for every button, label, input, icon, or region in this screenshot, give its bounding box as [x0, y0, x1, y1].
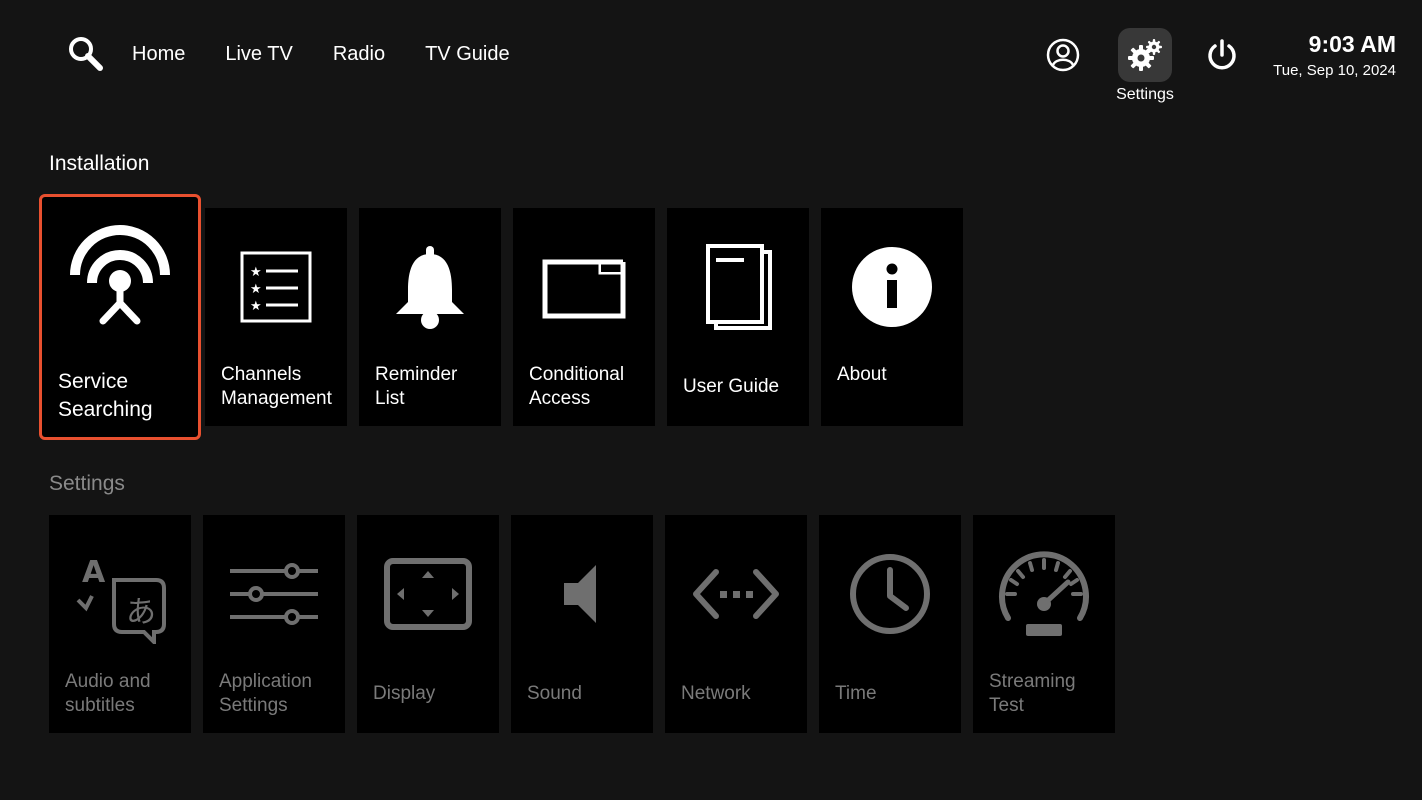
svg-text:★: ★	[250, 282, 262, 297]
tile-label: Network	[681, 683, 751, 704]
tile-label: Channels Management	[221, 364, 332, 409]
nav-tv-guide[interactable]: TV Guide	[425, 40, 509, 68]
antenna-icon	[42, 223, 198, 333]
tile-user-guide[interactable]: User Guide	[667, 208, 809, 426]
tile-streaming-test[interactable]: Streaming Test	[973, 515, 1115, 733]
speedometer-icon	[973, 539, 1115, 649]
tile-application-settings[interactable]: Application Settings	[203, 515, 345, 733]
profile-button[interactable]	[1036, 28, 1090, 82]
tile-label: Audio and subtitles	[65, 671, 151, 716]
tile-label: Application Settings	[219, 671, 312, 716]
tile-about[interactable]: About	[821, 208, 963, 426]
tile-network[interactable]: Network	[665, 515, 807, 733]
tile-label: Service Searching	[58, 370, 153, 421]
settings-row: A あ Audio and subtitles Application Sett…	[49, 515, 1115, 733]
tile-label: Reminder List	[375, 364, 458, 409]
power-icon	[1208, 39, 1236, 70]
speaker-icon	[511, 539, 653, 649]
settings-screen: Home Live TV Radio TV Guide Settings 9:0…	[0, 0, 1422, 800]
settings-button[interactable]	[1118, 28, 1172, 82]
tile-sound[interactable]: Sound	[511, 515, 653, 733]
clock-icon	[819, 539, 961, 649]
power-button[interactable]	[1195, 28, 1249, 82]
tile-display[interactable]: Display	[357, 515, 499, 733]
profile-icon	[1046, 38, 1080, 72]
ci-card-icon	[513, 232, 655, 342]
settings-caption: Settings	[1116, 86, 1174, 103]
search-icon[interactable]	[66, 34, 106, 74]
nav-radio[interactable]: Radio	[333, 40, 385, 68]
nav-home[interactable]: Home	[132, 40, 185, 68]
tile-label: User Guide	[683, 376, 780, 397]
tile-label: Conditional Access	[529, 364, 625, 409]
info-icon	[821, 232, 963, 342]
document-icon	[667, 232, 809, 342]
clock-time: 9:03 AM	[1308, 31, 1396, 57]
svg-text:あ: あ	[126, 595, 156, 630]
channel-list-icon: ★ ★ ★	[205, 232, 347, 342]
network-icon	[665, 539, 807, 649]
svg-text:★: ★	[250, 265, 262, 280]
tile-label: About	[837, 364, 887, 385]
installation-section-title: Installation	[49, 152, 150, 175]
bell-icon	[359, 232, 501, 342]
tile-label: Time	[835, 683, 877, 704]
clock-date: Tue, Sep 10, 2024	[1273, 62, 1396, 79]
tile-time[interactable]: Time	[819, 515, 961, 733]
sliders-icon	[203, 539, 345, 649]
nav-live-tv[interactable]: Live TV	[225, 40, 292, 68]
svg-text:★: ★	[250, 299, 262, 314]
tile-reminder-list[interactable]: Reminder List	[359, 208, 501, 426]
tile-label: Sound	[527, 683, 582, 704]
tile-channels-management[interactable]: ★ ★ ★ Channels Management	[205, 208, 347, 426]
tile-label: Display	[373, 683, 436, 704]
tile-service-searching[interactable]: Service Searching	[39, 194, 201, 440]
tile-conditional-access[interactable]: Conditional Access	[513, 208, 655, 426]
svg-text:A: A	[82, 555, 106, 590]
main-nav: Home Live TV Radio TV Guide	[132, 40, 550, 68]
installation-row: Service Searching ★ ★ ★ Channels Managem…	[39, 194, 963, 440]
translate-icon: A あ	[49, 539, 191, 649]
settings-section-title: Settings	[49, 472, 125, 495]
display-icon	[357, 539, 499, 649]
clock: 9:03 AM Tue, Sep 10, 2024	[1273, 30, 1396, 79]
tile-audio-subtitles[interactable]: A あ Audio and subtitles	[49, 515, 191, 733]
gears-icon	[1128, 39, 1162, 71]
tile-label: Streaming Test	[989, 671, 1076, 716]
